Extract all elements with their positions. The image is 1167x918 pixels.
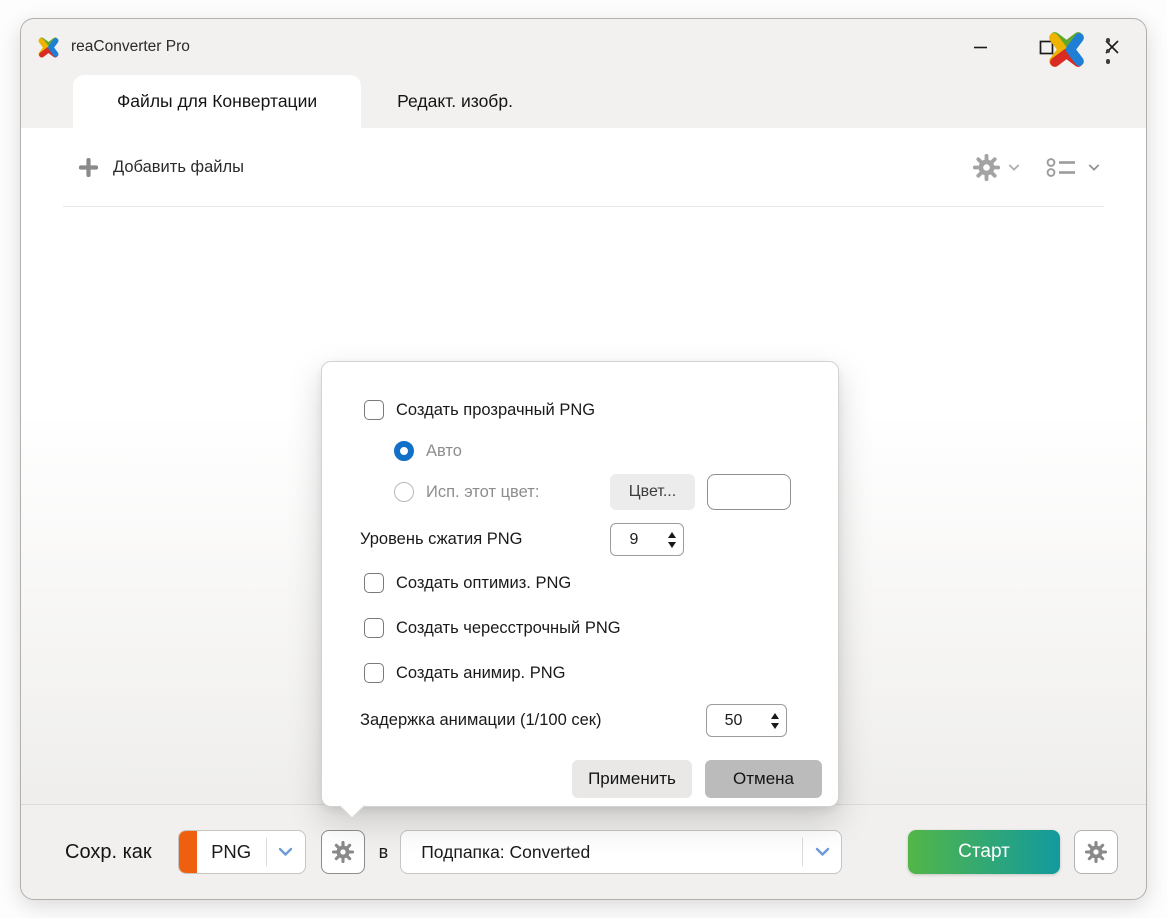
app-title: reaConverter Pro	[71, 38, 190, 56]
spinner-arrows[interactable]	[764, 705, 786, 736]
apply-button[interactable]: Применить	[572, 760, 692, 798]
destination-select[interactable]: Подпапка: Converted	[400, 830, 842, 874]
titlebar: reaConverter Pro	[21, 19, 1146, 75]
save-as-label: Сохр. как	[65, 841, 152, 864]
destination-value: Подпапка: Converted	[401, 842, 802, 863]
tab-edit-images[interactable]: Редакт. изобр.	[361, 75, 545, 128]
in-label: в	[379, 842, 389, 863]
chevron-down-icon	[815, 847, 830, 857]
brand-logo-icon	[1043, 26, 1090, 73]
compression-spinner[interactable]: 9	[610, 523, 684, 556]
spinner-arrows[interactable]	[661, 524, 683, 555]
animated-png-checkbox[interactable]	[364, 663, 384, 683]
transparent-png-label: Создать прозрачный PNG	[396, 401, 595, 420]
use-color-option: Исп. этот цвет:	[394, 482, 539, 502]
app-window: reaConverter Pro Файлы для Конвертации Р…	[20, 18, 1147, 900]
delay-row: Задержка анимации (1/100 сек)	[360, 711, 602, 730]
delay-label: Задержка анимации (1/100 сек)	[360, 711, 602, 730]
chevron-down-icon	[1008, 163, 1020, 172]
auto-option: Авто	[394, 441, 462, 461]
toolbar: Добавить файлы	[63, 128, 1104, 207]
tab-label: Файлы для Конвертации	[117, 91, 317, 112]
optimized-png-checkbox[interactable]	[364, 573, 384, 593]
plus-icon	[79, 158, 98, 177]
compression-value: 9	[611, 531, 661, 549]
start-settings-button[interactable]	[1074, 830, 1118, 874]
gear-icon	[973, 154, 1000, 181]
bottom-bar: Сохр. как PNG в Подпапка: Converted Стар…	[21, 804, 1146, 899]
transparent-png-checkbox[interactable]	[364, 400, 384, 420]
app-logo-icon	[35, 34, 62, 61]
animated-png-option: Создать анимир. PNG	[364, 663, 565, 683]
toolbar-right-icons	[973, 154, 1100, 181]
list-view-button[interactable]	[1046, 155, 1100, 179]
auto-label: Авто	[426, 442, 462, 461]
compression-row: Уровень сжатия PNG	[360, 530, 522, 549]
transparent-png-option: Создать прозрачный PNG	[364, 400, 595, 420]
chevron-down-icon	[278, 847, 293, 857]
minimize-button[interactable]	[970, 37, 990, 57]
add-files-button[interactable]: Добавить файлы	[79, 158, 244, 177]
format-dropdown-chevron[interactable]	[267, 847, 305, 857]
chevron-down-icon	[1088, 163, 1100, 172]
auto-radio[interactable]	[394, 441, 414, 461]
minimize-icon	[973, 40, 988, 55]
cancel-button[interactable]: Отмена	[705, 760, 822, 798]
delay-spinner[interactable]: 50	[706, 704, 787, 737]
compression-label: Уровень сжатия PNG	[360, 530, 522, 549]
output-format-select[interactable]: PNG	[178, 830, 306, 874]
format-settings-button[interactable]	[321, 830, 365, 874]
interlaced-png-option: Создать чересстрочный PNG	[364, 618, 621, 638]
interlaced-png-label: Создать чересстрочный PNG	[396, 619, 621, 638]
tab-label: Редакт. изобр.	[397, 91, 513, 112]
animated-png-label: Создать анимир. PNG	[396, 664, 565, 683]
tab-bar: Файлы для Конвертации Редакт. изобр.	[21, 75, 1146, 128]
interlaced-png-checkbox[interactable]	[364, 618, 384, 638]
start-button[interactable]: Старт	[908, 830, 1060, 874]
png-options-popup: Создать прозрачный PNG Авто Исп. этот цв…	[321, 361, 839, 807]
optimized-png-label: Создать оптимиз. PNG	[396, 574, 571, 593]
kebab-menu-button[interactable]	[1100, 33, 1116, 69]
format-color-strip	[179, 831, 197, 873]
list-view-icon	[1046, 155, 1080, 179]
use-color-label: Исп. этот цвет:	[426, 483, 539, 502]
color-swatch[interactable]	[707, 474, 791, 510]
destination-dropdown-chevron[interactable]	[803, 847, 841, 857]
gear-icon	[332, 841, 354, 863]
view-settings-button[interactable]	[973, 154, 1020, 181]
optimized-png-option: Создать оптимиз. PNG	[364, 573, 571, 593]
color-picker-button[interactable]: Цвет...	[610, 474, 695, 510]
gear-icon	[1085, 841, 1107, 863]
add-files-label: Добавить файлы	[113, 158, 244, 177]
delay-value: 50	[707, 712, 764, 730]
tab-files-for-conversion[interactable]: Файлы для Конвертации	[73, 75, 361, 128]
use-color-radio[interactable]	[394, 482, 414, 502]
